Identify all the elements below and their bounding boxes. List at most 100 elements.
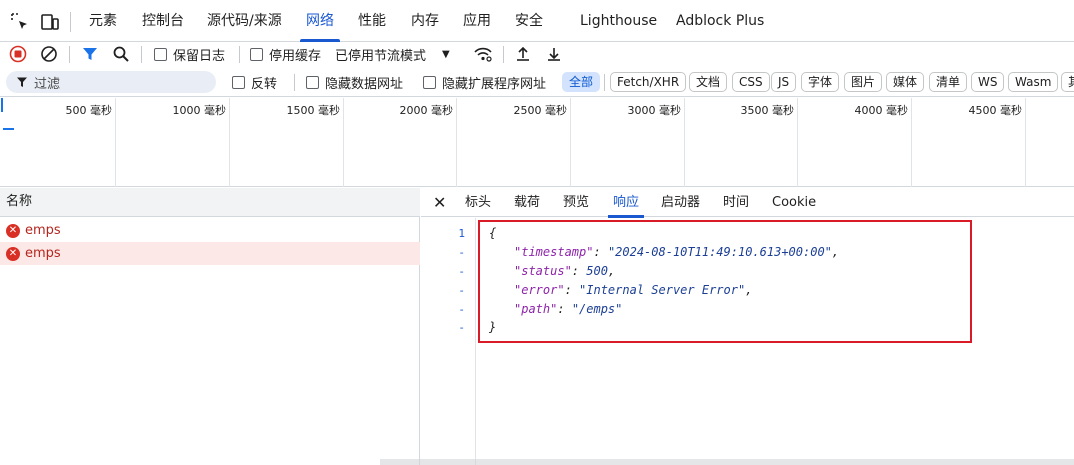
timeline-gridline xyxy=(115,98,116,187)
request-row-selected[interactable]: ✕ emps xyxy=(0,242,420,265)
type-filter-js[interactable]: JS xyxy=(771,72,797,92)
tab-preview[interactable]: 预览 xyxy=(563,188,589,217)
tab-response[interactable]: 响应 xyxy=(607,188,645,218)
error-icon: ✕ xyxy=(6,223,20,238)
close-icon[interactable]: ✕ xyxy=(433,193,446,212)
type-filter-doc[interactable]: 文档 xyxy=(689,72,728,92)
line-number: 1 xyxy=(458,227,465,240)
column-header-name[interactable]: 名称 xyxy=(0,188,420,217)
clear-icon[interactable] xyxy=(40,43,58,65)
throttling-value: 已停用节流模式 xyxy=(335,48,427,64)
line-fold-marker: - xyxy=(458,246,465,259)
timeline-gridline xyxy=(684,98,685,187)
tab-sources[interactable]: 源代码/来源 xyxy=(207,0,282,42)
import-har-icon[interactable] xyxy=(514,43,532,65)
request-detail-pane: ✕ 标头 载荷 预览 响应 启动器 时间 Cookie 1 - - - - - … xyxy=(421,188,1074,465)
tab-performance[interactable]: 性能 xyxy=(358,0,386,42)
tab-security[interactable]: 安全 xyxy=(515,0,543,42)
toolbar-separator xyxy=(239,46,240,63)
request-name: emps xyxy=(25,223,61,238)
line-fold-marker: - xyxy=(458,265,465,278)
hide-data-urls-checkbox[interactable]: 隐藏数据网址 xyxy=(306,72,403,92)
timeline-tick-label: 2500 毫秒 xyxy=(513,104,568,117)
timeline-gridline xyxy=(911,98,912,187)
invert-checkbox[interactable]: 反转 xyxy=(232,72,277,92)
filter-funnel-icon[interactable] xyxy=(81,43,99,65)
type-filter-all[interactable]: 全部 xyxy=(562,72,601,92)
devtools-tab-bar: 元素 控制台 源代码/来源 网络 性能 内存 应用 安全 Lighthouse … xyxy=(0,0,1074,42)
device-toolbar-icon[interactable] xyxy=(40,12,60,32)
tab-timing[interactable]: 时间 xyxy=(723,188,749,217)
timeline-request-marker xyxy=(1,98,3,112)
filter-placeholder: 过滤 xyxy=(34,76,61,92)
detail-tab-bar: ✕ 标头 载荷 预览 响应 启动器 时间 Cookie xyxy=(421,188,1074,218)
checkbox-box[interactable] xyxy=(232,75,245,89)
type-filter-other[interactable]: 其 xyxy=(1061,72,1074,92)
timeline-request-bar xyxy=(3,128,14,130)
tab-separator xyxy=(70,12,71,32)
timeline-tick-label: 1500 毫秒 xyxy=(286,104,341,117)
checkbox-box[interactable] xyxy=(423,75,436,89)
request-name: emps xyxy=(25,246,61,261)
tab-network[interactable]: 网络 xyxy=(300,0,340,42)
timeline-gridline xyxy=(1025,98,1026,187)
tab-adblock-plus[interactable]: Adblock Plus xyxy=(676,0,764,42)
tab-payload[interactable]: 载荷 xyxy=(514,188,540,217)
request-list: 名称 ✕ emps ✕ emps xyxy=(0,188,420,465)
invert-label: 反转 xyxy=(251,76,278,92)
background-fragment-bottom xyxy=(380,459,1074,465)
preserve-log-checkbox[interactable]: 保留日志 xyxy=(154,43,225,65)
throttling-select[interactable]: 已停用节流模式 ▼ xyxy=(335,43,450,65)
dropdown-arrow-icon: ▼ xyxy=(442,48,450,60)
timeline-tick-label: 500 毫秒 xyxy=(65,104,113,117)
tab-cookies[interactable]: Cookie xyxy=(772,188,816,217)
timeline-tick-label: 3500 毫秒 xyxy=(740,104,795,117)
timeline-gridline xyxy=(229,98,230,187)
timeline-gridline xyxy=(797,98,798,187)
timeline-tick-label: 3000 毫秒 xyxy=(627,104,682,117)
tab-headers[interactable]: 标头 xyxy=(465,188,491,217)
hide-extension-urls-label: 隐藏扩展程序网址 xyxy=(442,76,547,92)
filter-row: 过滤 反转 隐藏数据网址 隐藏扩展程序网址 全部 Fetch/XHR 文档 CS… xyxy=(0,68,1074,97)
filter-input[interactable]: 过滤 xyxy=(6,71,216,93)
type-filter-media[interactable]: 媒体 xyxy=(886,72,925,92)
network-overview-timeline[interactable]: 500 毫秒 1000 毫秒 1500 毫秒 2000 毫秒 2500 毫秒 3… xyxy=(0,98,1074,187)
filter-separator xyxy=(294,74,295,91)
type-filter-wasm[interactable]: Wasm xyxy=(1008,72,1059,92)
toolbar-separator xyxy=(69,46,70,63)
request-row[interactable]: ✕ emps xyxy=(0,219,420,242)
export-har-icon[interactable] xyxy=(545,43,563,65)
checkbox-box[interactable] xyxy=(250,47,263,61)
record-stop-icon[interactable] xyxy=(9,43,27,65)
line-fold-marker: - xyxy=(458,321,465,334)
type-filter-manifest[interactable]: 清单 xyxy=(929,72,968,92)
type-filter-font[interactable]: 字体 xyxy=(801,72,840,92)
network-conditions-icon[interactable] xyxy=(473,43,493,65)
tab-initiator[interactable]: 启动器 xyxy=(661,188,700,217)
hide-data-urls-label: 隐藏数据网址 xyxy=(325,76,404,92)
response-code-view[interactable]: 1 - - - - - { "timestamp": "2024-08-10T1… xyxy=(421,218,1074,465)
disable-cache-checkbox[interactable]: 停用缓存 xyxy=(250,43,321,65)
timeline-tick-label: 4000 毫秒 xyxy=(854,104,909,117)
gutter-divider xyxy=(475,218,476,465)
checkbox-box[interactable] xyxy=(306,75,319,89)
type-filter-css[interactable]: CSS xyxy=(732,72,770,92)
inspect-element-icon[interactable] xyxy=(10,12,30,32)
timeline-tick-label: 1000 毫秒 xyxy=(172,104,227,117)
type-filter-ws[interactable]: WS xyxy=(971,72,1005,92)
checkbox-box[interactable] xyxy=(154,47,167,61)
tab-application[interactable]: 应用 xyxy=(463,0,491,42)
tab-memory[interactable]: 内存 xyxy=(411,0,439,42)
tab-elements[interactable]: 元素 xyxy=(89,0,117,42)
search-icon[interactable] xyxy=(112,43,130,65)
hide-extension-urls-checkbox[interactable]: 隐藏扩展程序网址 xyxy=(423,72,546,92)
timeline-gridline xyxy=(343,98,344,187)
line-fold-marker: - xyxy=(458,284,465,297)
toolbar-separator xyxy=(503,46,504,63)
toolbar-separator xyxy=(141,46,142,63)
type-filter-img[interactable]: 图片 xyxy=(844,72,883,92)
tab-console[interactable]: 控制台 xyxy=(142,0,184,42)
type-filter-fetch-xhr[interactable]: Fetch/XHR xyxy=(610,72,687,92)
timeline-tick-label: 2000 毫秒 xyxy=(399,104,454,117)
tab-lighthouse[interactable]: Lighthouse xyxy=(580,0,657,42)
